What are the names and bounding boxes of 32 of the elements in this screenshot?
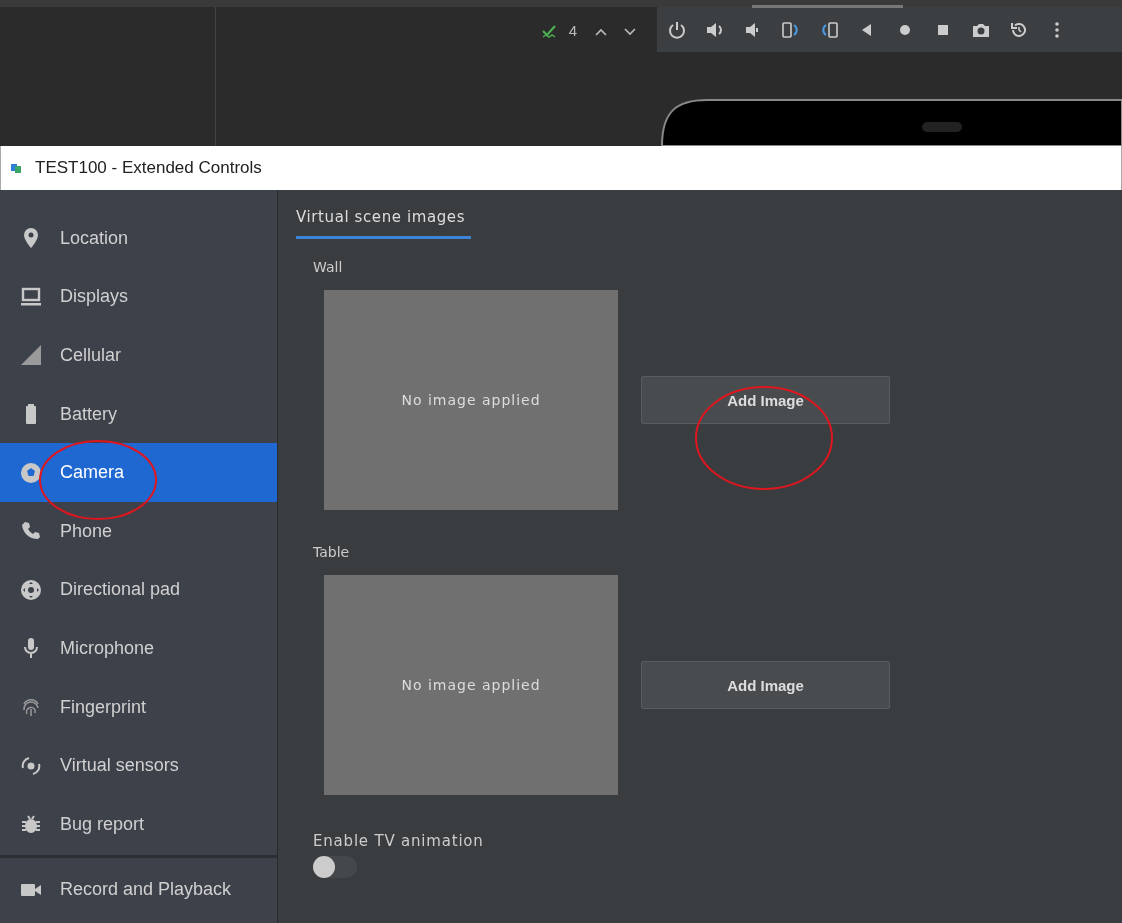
window-title: TEST100 - Extended Controls bbox=[35, 158, 262, 178]
add-image-button[interactable]: Add Image bbox=[641, 661, 890, 709]
sidebar-item[interactable]: Location bbox=[0, 209, 277, 268]
sidebar-item[interactable]: Virtual sensors bbox=[0, 736, 277, 795]
preview-text: No image applied bbox=[401, 392, 541, 408]
chevron-down-icon[interactable] bbox=[624, 28, 636, 36]
sidebar-item[interactable]: Phone bbox=[0, 501, 277, 561]
section-label: Wall bbox=[313, 259, 344, 275]
sidebar-item[interactable]: Battery bbox=[0, 384, 277, 444]
chevron-up-icon[interactable] bbox=[595, 28, 607, 36]
problem-count: 4 bbox=[568, 22, 577, 39]
sidebar-item[interactable]: Directional pad bbox=[0, 560, 277, 620]
rotate-left-icon[interactable] bbox=[781, 19, 801, 40]
rotate-right-icon[interactable] bbox=[819, 19, 839, 40]
sidebar-item[interactable]: Record and Playback bbox=[0, 860, 277, 919]
sidebar-item[interactable]: Microphone bbox=[0, 619, 277, 678]
add-image-button[interactable]: Add Image bbox=[641, 376, 890, 424]
toggle-switch[interactable] bbox=[313, 856, 357, 878]
sidebar-item[interactable]: Bug report bbox=[0, 794, 277, 854]
aperture-icon bbox=[19, 460, 43, 485]
section-label: Table bbox=[313, 544, 351, 560]
dpad-icon bbox=[19, 577, 43, 602]
app-icon bbox=[11, 163, 21, 173]
signal-icon bbox=[19, 343, 43, 368]
power-icon[interactable] bbox=[667, 19, 687, 40]
sidebar-item[interactable]: Cellular bbox=[0, 326, 277, 385]
tab[interactable]: Virtual scene images bbox=[296, 208, 471, 239]
sidebar-item[interactable]: Displays bbox=[0, 267, 277, 327]
toggle-label: Enable TV animation bbox=[313, 832, 484, 850]
sidebar-item[interactable]: Camera bbox=[0, 443, 277, 502]
preview-text: No image applied bbox=[401, 677, 541, 693]
sidebar-item[interactable]: Fingerprint bbox=[0, 677, 277, 737]
